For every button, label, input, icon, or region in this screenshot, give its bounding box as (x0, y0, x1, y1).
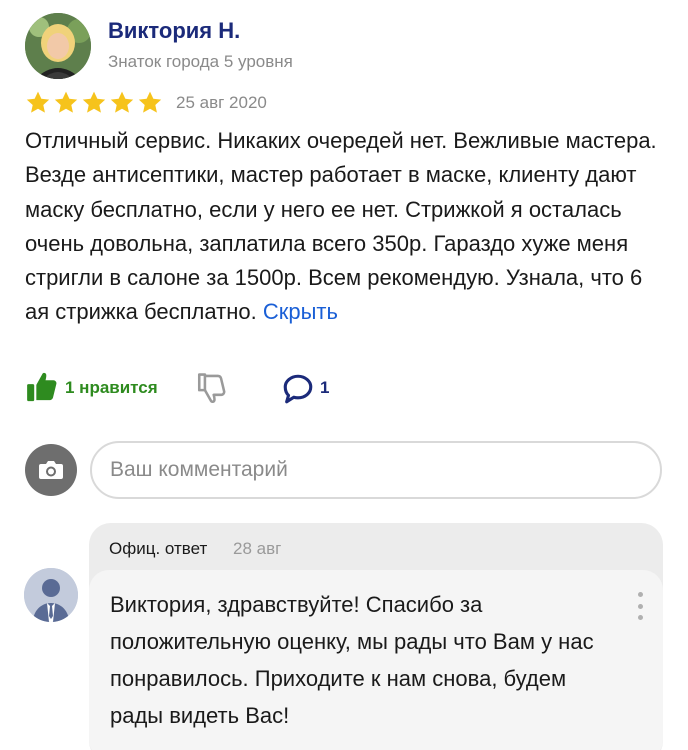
dislike-button[interactable] (195, 370, 229, 411)
like-button[interactable]: 1 нравится (25, 370, 158, 404)
more-options-button[interactable] (635, 592, 645, 620)
comment-input[interactable] (90, 441, 662, 499)
more-dot (637, 615, 643, 620)
thumbs-up-icon (27, 372, 57, 402)
author-level: Знаток города 5 уровня (108, 52, 293, 71)
company-avatar[interactable] (24, 568, 78, 622)
comment-count: 1 (320, 378, 330, 397)
official-reply-bubble: Виктория, здравствуйте! Спасибо за полож… (89, 570, 663, 750)
like-count: 1 нравится (65, 378, 158, 397)
hide-link[interactable]: Скрыть (263, 299, 338, 324)
review-body: Отличный сервис. Никаких очередей нет. В… (25, 128, 657, 325)
review-date: 25 авг 2020 (176, 93, 267, 112)
official-reply-date: 28 авг (233, 539, 282, 558)
official-reply-text: Виктория, здравствуйте! Спасибо за полож… (110, 592, 594, 728)
more-dot (637, 592, 643, 597)
comment-button[interactable] (280, 372, 316, 411)
thumbs-down-icon (197, 373, 226, 404)
star-icon (110, 91, 134, 113)
review-text: Отличный сервис. Никаких очередей нет. В… (25, 124, 665, 330)
business-person-icon (24, 568, 78, 622)
attach-photo-button[interactable] (25, 444, 77, 496)
more-dot (637, 603, 643, 609)
speech-bubble-icon (283, 374, 313, 404)
author-avatar[interactable] (25, 13, 91, 79)
official-reply-label: Офиц. ответ (109, 539, 208, 558)
camera-icon (39, 461, 63, 479)
star-icon (82, 91, 106, 113)
star-icon (26, 91, 50, 113)
star-icon (138, 91, 162, 113)
author-name[interactable]: Виктория Н. (108, 18, 240, 44)
star-icon (54, 91, 78, 113)
rating-stars (25, 90, 163, 116)
